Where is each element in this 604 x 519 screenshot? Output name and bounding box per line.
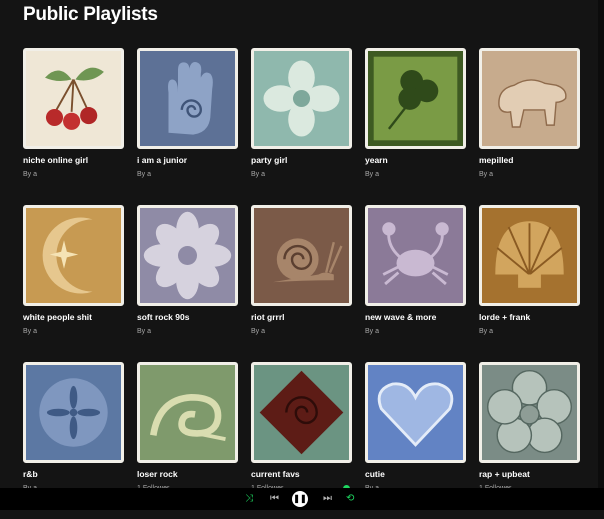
playlist-card[interactable]: riot grrrl By a — [251, 205, 352, 362]
playlist-grid: niche online girl By a i am a junior By … — [23, 48, 593, 519]
playlist-name[interactable]: current favs — [251, 469, 352, 479]
heart-tile-icon[interactable] — [365, 362, 466, 463]
scrollbar-track[interactable] — [598, 0, 604, 488]
playlist-card[interactable]: party girl By a — [251, 48, 352, 205]
playlist-subtitle: By a — [479, 328, 494, 335]
playlist-name[interactable]: riot grrrl — [251, 312, 352, 322]
playlist-name[interactable]: party girl — [251, 155, 352, 165]
playlist-subtitle: By a — [23, 328, 38, 335]
page-title: Public Playlists — [23, 4, 158, 25]
shuffle-icon[interactable]: ⤨ — [245, 493, 253, 505]
sand-dollar-tile-icon[interactable] — [23, 362, 124, 463]
playlist-subtitle: By a — [479, 171, 494, 178]
playlist-subtitle: By a — [251, 171, 266, 178]
wild-rose-tile-icon[interactable] — [479, 362, 580, 463]
playlist-subtitle: By a — [365, 171, 380, 178]
snail-tile-icon[interactable] — [251, 205, 352, 306]
playlist-subtitle: By a — [137, 171, 152, 178]
playlist-name[interactable]: yearn — [365, 155, 466, 165]
playlist-card[interactable]: mepilled By a — [479, 48, 580, 205]
playlist-name[interactable]: cutie — [365, 469, 466, 479]
cherries-tile-icon[interactable] — [23, 48, 124, 149]
playlist-name[interactable]: lorde + frank — [479, 312, 580, 322]
moon-star-tile-icon[interactable] — [23, 205, 124, 306]
crab-tile-icon[interactable] — [365, 205, 466, 306]
playlist-name[interactable]: new wave & more — [365, 312, 466, 322]
playlist-card[interactable]: soft rock 90s By a — [137, 205, 238, 362]
pause-icon[interactable]: ❚❚ — [292, 491, 308, 507]
fox-tile-icon[interactable] — [137, 362, 238, 463]
playlist-name[interactable]: white people shit — [23, 312, 124, 322]
playlist-name[interactable]: loser rock — [137, 469, 238, 479]
hand-spiral-tile-icon[interactable] — [137, 48, 238, 149]
playlist-name[interactable]: niche online girl — [23, 155, 124, 165]
previous-icon[interactable]: ⏮ — [270, 493, 279, 505]
next-icon[interactable]: ⏭ — [323, 493, 332, 505]
shell-tile-icon[interactable] — [479, 205, 580, 306]
repeat-icon[interactable]: ⟲ — [346, 493, 354, 505]
playlist-card[interactable]: lorde + frank By a — [479, 205, 580, 362]
clover-tile-icon[interactable] — [365, 48, 466, 149]
playlist-card[interactable]: i am a junior By a — [137, 48, 238, 205]
playlist-name[interactable]: mepilled — [479, 155, 580, 165]
playlist-card[interactable]: new wave & more By a — [365, 205, 466, 362]
rose-tile-icon[interactable] — [251, 362, 352, 463]
playlist-card[interactable]: white people shit By a — [23, 205, 124, 362]
playlist-subtitle: By a — [23, 171, 38, 178]
playlist-name[interactable]: i am a junior — [137, 155, 238, 165]
daisy-tile-icon[interactable] — [137, 205, 238, 306]
playlist-name[interactable]: soft rock 90s — [137, 312, 238, 322]
playlist-subtitle: By a — [365, 328, 380, 335]
playlist-card[interactable]: yearn By a — [365, 48, 466, 205]
playlist-name[interactable]: rap + upbeat — [479, 469, 580, 479]
flower-tile-icon[interactable] — [251, 48, 352, 149]
playlist-subtitle: By a — [251, 328, 266, 335]
playlist-name[interactable]: r&b — [23, 469, 124, 479]
playlist-subtitle: By a — [137, 328, 152, 335]
playlist-card[interactable]: niche online girl By a — [23, 48, 124, 205]
player-controls-bar: ⤨ ⏮ ❚❚ ⏭ ⟲ — [0, 488, 604, 510]
bear-tile-icon[interactable] — [479, 48, 580, 149]
